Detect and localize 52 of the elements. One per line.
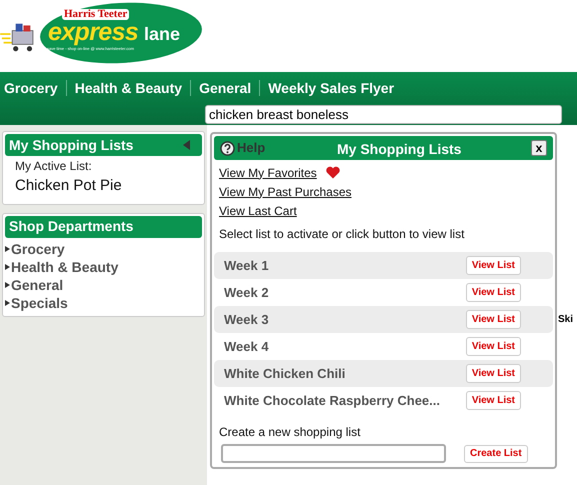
- shopping-list-row[interactable]: Week 4 View List: [214, 333, 553, 360]
- logo-word: express: [48, 20, 138, 45]
- popup-title: My Shopping Lists: [337, 140, 462, 159]
- create-list-button[interactable]: Create List: [464, 444, 528, 462]
- nav-link[interactable]: Weekly Sales Flyer: [268, 78, 394, 98]
- help-icon[interactable]: [220, 140, 235, 156]
- department-link[interactable]: Specials: [11, 294, 68, 312]
- panel-title: Shop Departments: [9, 217, 134, 236]
- shopping-list-row[interactable]: White Chicken Chili View List: [214, 360, 553, 387]
- shopping-list-row[interactable]: White Chocolate Raspberry Chee... View List: [214, 387, 553, 414]
- triangle-icon: [5, 282, 10, 288]
- instruction-text: Select list to activate or click button to view list: [218, 226, 466, 243]
- view-list-button[interactable]: View List: [466, 310, 521, 329]
- brand-name: Harris Teeter: [62, 9, 130, 20]
- view-list-button[interactable]: View List: [466, 337, 521, 356]
- triangle-icon: [5, 264, 10, 270]
- popup-link[interactable]: View My Past Purchases: [219, 182, 352, 200]
- create-list-label: Create a new shopping list: [218, 424, 362, 441]
- view-list-button[interactable]: View List: [466, 256, 521, 275]
- nav-link[interactable]: General: [199, 78, 252, 98]
- nav-link[interactable]: Health & Beauty: [74, 78, 182, 98]
- view-list-button[interactable]: View List: [466, 391, 521, 410]
- active-list-name: Chicken Pot Pie: [14, 176, 123, 196]
- shopping-list-row[interactable]: Week 3 View List: [214, 306, 553, 333]
- shopping-list-row[interactable]: Week 1 View List: [214, 252, 553, 279]
- new-list-field[interactable]: [221, 444, 446, 463]
- list-name: Week 1: [224, 256, 269, 275]
- caret-icon[interactable]: [183, 140, 190, 150]
- panel-header[interactable]: My Shopping Lists: [5, 134, 202, 156]
- department-link[interactable]: Grocery: [11, 240, 65, 258]
- department-link[interactable]: Health & Beauty: [11, 258, 118, 276]
- logo-word: lane: [144, 25, 180, 43]
- popup-link[interactable]: View Last Cart: [219, 202, 297, 220]
- department-link[interactable]: General: [11, 276, 64, 294]
- view-list-button[interactable]: View List: [466, 364, 521, 383]
- list-name: White Chicken Chili: [224, 364, 346, 383]
- shopping-list-row[interactable]: Week 2 View List: [214, 279, 553, 306]
- search-field[interactable]: chicken breast boneless: [205, 105, 562, 124]
- nav-link[interactable]: Grocery: [4, 78, 58, 98]
- triangle-icon: [5, 246, 10, 252]
- list-name: Week 3: [224, 310, 269, 329]
- list-name: Week 2: [224, 284, 269, 302]
- active-list-label: My Active List:: [14, 158, 93, 175]
- background-text: Ski: [558, 313, 574, 327]
- panel-title: My Shopping Lists: [9, 136, 134, 155]
- list-name: Week 4: [224, 338, 269, 356]
- triangle-icon: [5, 300, 10, 306]
- help-link[interactable]: Help: [237, 138, 266, 158]
- close-button[interactable]: x: [531, 140, 547, 156]
- view-list-button[interactable]: View List: [466, 283, 521, 302]
- popup-link[interactable]: View My Favorites: [219, 164, 317, 182]
- list-name: White Chocolate Raspberry Chee...: [224, 392, 440, 410]
